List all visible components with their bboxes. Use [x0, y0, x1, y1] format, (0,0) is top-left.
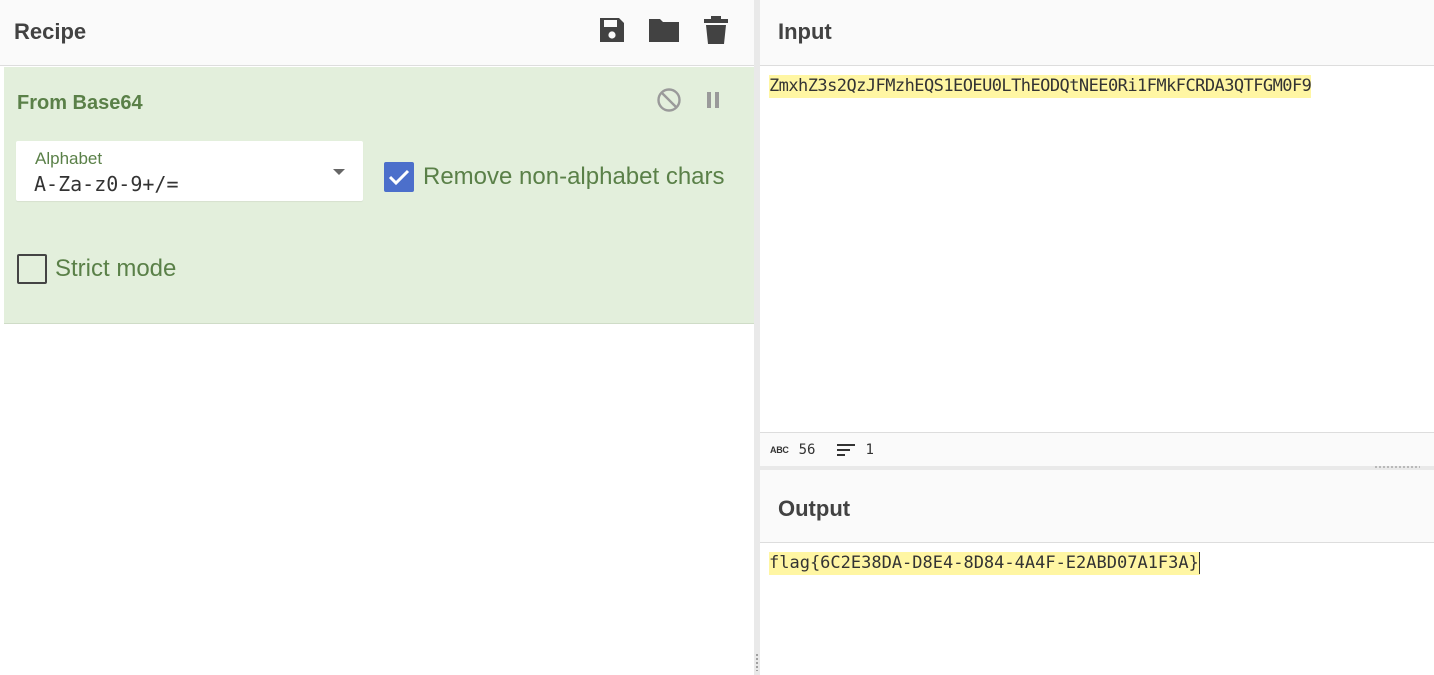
alphabet-select[interactable]: Alphabet A-Za-z0-9+/= — [16, 141, 363, 201]
resize-handle[interactable] — [755, 653, 759, 671]
input-status-bar: ABC 56 1 — [760, 432, 1434, 466]
lines-icon — [837, 443, 856, 456]
input-text[interactable]: ZmxhZ3s2QzJFMzhEQS1EOEU0LThEODQtNEE0Ri1F… — [769, 75, 1312, 98]
line-count-value: 1 — [865, 441, 874, 458]
recipe-title: Recipe — [14, 19, 87, 44]
output-header: Output — [760, 470, 1434, 543]
abc-icon: ABC — [770, 444, 789, 455]
output-title: Output — [778, 496, 851, 521]
remove-non-alphabet-label: Remove non-alphabet chars — [423, 163, 725, 190]
chevron-down-icon[interactable] — [333, 169, 345, 175]
input-title: Input — [778, 19, 832, 44]
output-text-wrap[interactable]: flag{6C2E38DA-D8E4-8D84-4A4F-E2ABD07A1F3… — [769, 552, 1200, 575]
output-pane: Output flag{6C2E38DA-D8E4-8D84-4A4F-E2AB… — [760, 470, 1434, 675]
pause-icon[interactable] — [700, 87, 726, 113]
input-pane: Input ZmxhZ3s2QzJFMzhEQS1EOEU0LThEODQtNE… — [760, 0, 1434, 466]
recipe-pane: Recipe From Base64 Alphabet A-Za-z0-9+/=… — [0, 0, 754, 675]
text-caret — [1198, 552, 1200, 574]
output-text: flag{6C2E38DA-D8E4-8D84-4A4F-E2ABD07A1F3… — [769, 553, 1199, 573]
recipe-toolbar — [596, 14, 732, 46]
operation-controls — [656, 87, 726, 113]
char-count-value: 56 — [798, 441, 816, 458]
operation-from-base64: From Base64 Alphabet A-Za-z0-9+/= Remove… — [4, 67, 754, 324]
recipe-header: Recipe — [0, 0, 754, 66]
remove-non-alphabet-checkbox[interactable]: Remove non-alphabet chars — [384, 162, 725, 192]
folder-icon[interactable] — [648, 14, 680, 46]
line-count: 1 — [837, 441, 874, 458]
alphabet-value[interactable]: A-Za-z0-9+/= — [34, 172, 179, 196]
checkbox-checked-icon[interactable] — [384, 162, 414, 192]
io-resize-handle[interactable] — [1374, 465, 1420, 469]
operation-title: From Base64 — [17, 92, 143, 114]
strict-mode-checkbox[interactable]: Strict mode — [17, 254, 176, 284]
trash-icon[interactable] — [700, 14, 732, 46]
input-header: Input — [760, 0, 1434, 66]
alphabet-label: Alphabet — [35, 149, 103, 168]
char-count: ABC 56 — [770, 442, 815, 458]
save-icon[interactable] — [596, 14, 628, 46]
checkbox-unchecked-icon[interactable] — [17, 254, 47, 284]
disable-icon[interactable] — [656, 87, 682, 113]
strict-mode-label: Strict mode — [55, 255, 177, 282]
